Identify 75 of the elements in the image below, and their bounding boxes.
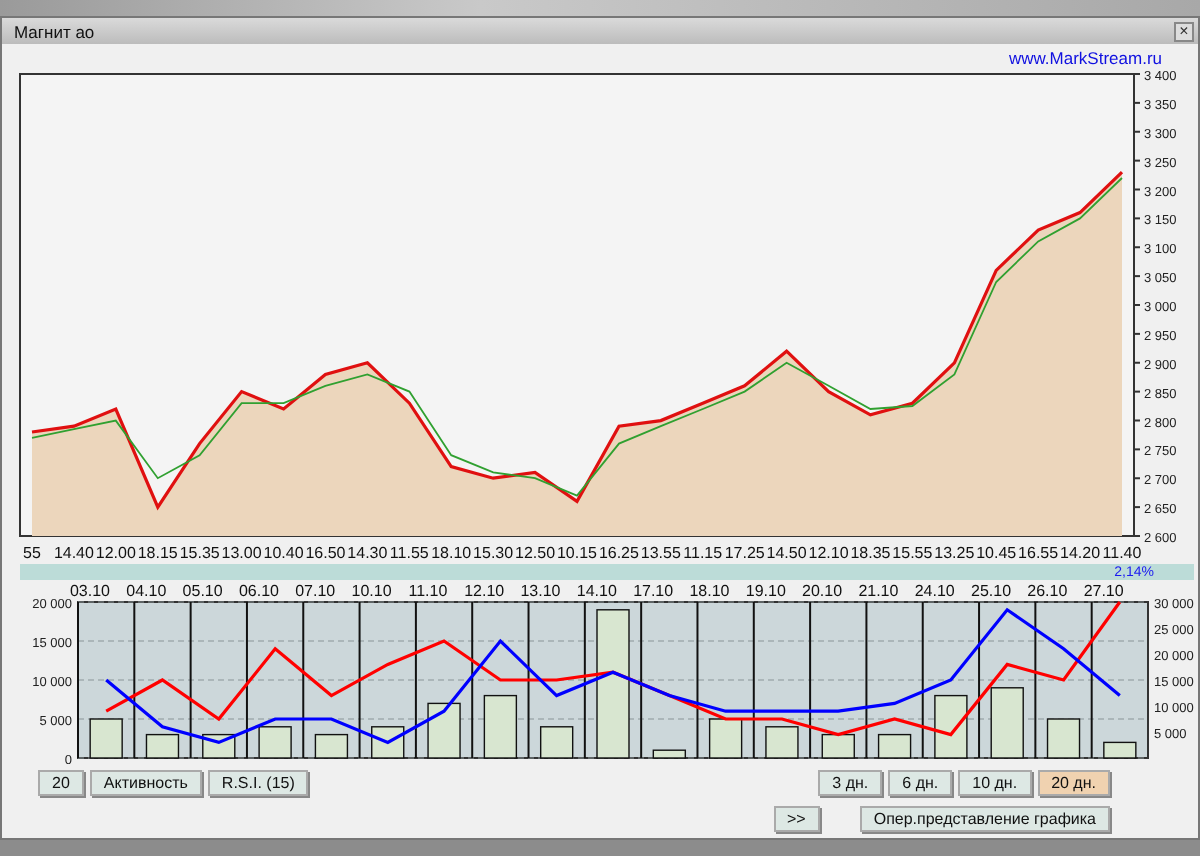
axis-label: 14.20 xyxy=(1060,544,1101,562)
axis-label: 10.10 xyxy=(351,582,392,600)
volume-bar xyxy=(708,718,743,759)
axis-label: 17.25 xyxy=(724,544,765,562)
period-button[interactable]: 6 дн. xyxy=(888,770,953,796)
axis-label: 13.10 xyxy=(520,582,561,600)
axis-label: 13.25 xyxy=(934,544,975,562)
window-title: Магнит ао xyxy=(14,21,95,41)
volume-bar xyxy=(539,726,574,759)
axis-label: 27.10 xyxy=(1083,582,1124,600)
axis-label: 20.10 xyxy=(802,582,843,600)
website-link[interactable]: www.MarkStream.ru xyxy=(1008,48,1162,66)
axis-label: 18.15 xyxy=(137,544,178,562)
view-button[interactable]: Опер.представление графика xyxy=(859,806,1110,832)
axis-label: 03.10 xyxy=(69,582,111,600)
period-button[interactable]: 20 дн. xyxy=(1037,770,1110,796)
axis-label: 16.25 xyxy=(598,544,639,562)
axis-label: 16.50 xyxy=(305,544,346,562)
axis-label: 11.15 xyxy=(683,544,723,562)
close-button[interactable]: × xyxy=(1174,21,1194,41)
axis-label: 12.00 xyxy=(95,544,136,562)
period-button[interactable]: 3 дн. xyxy=(818,770,883,796)
axis-label: 18.35 xyxy=(850,544,891,562)
axis-label: 18.10 xyxy=(431,544,472,562)
axis-label: 15.30 xyxy=(473,544,514,562)
axis-label: 14.40 xyxy=(53,544,94,562)
axis-label: 06.10 xyxy=(238,582,279,600)
period-button[interactable]: 10 дн. xyxy=(958,770,1032,796)
axis-label: 11.40 xyxy=(1102,544,1142,562)
axis-label: 10.15 xyxy=(556,544,598,562)
axis-label: 13.00 xyxy=(221,544,262,562)
axis-label: 25.10 xyxy=(971,582,1012,600)
volume-bar xyxy=(1103,741,1137,759)
volume-bar xyxy=(371,726,405,759)
axis-label: 16.55 xyxy=(1018,544,1059,562)
axis-label: 11.55 xyxy=(389,544,429,562)
axis-label: 24.10 xyxy=(914,582,955,600)
volume-bar xyxy=(314,733,349,759)
axis-label: 10.45 xyxy=(976,544,1017,562)
axis-label: 11.10 xyxy=(408,582,448,600)
axis-label: 13.55 xyxy=(640,544,681,562)
axis-label: 14.50 xyxy=(766,544,807,562)
axis-label: 15.55 xyxy=(892,544,933,562)
axis-label: 14.10 xyxy=(576,582,617,600)
volume-bar xyxy=(990,687,1024,759)
volume-bar xyxy=(1046,718,1081,759)
volume-bar xyxy=(765,726,799,759)
volume-bar xyxy=(877,733,912,759)
axis-label: 26.10 xyxy=(1027,582,1068,600)
axis-label: 10.40 xyxy=(263,544,304,562)
axis-label: 14.30 xyxy=(347,544,388,562)
axis-label: 55 xyxy=(23,544,41,562)
axis-label: 17.10 xyxy=(633,582,674,600)
axis-label: 19.10 xyxy=(745,582,786,600)
axis-label: 12.50 xyxy=(515,544,556,562)
volume-bar xyxy=(89,718,123,759)
tool-button[interactable]: R.S.I. (15) xyxy=(207,770,309,796)
axis-label: 21.10 xyxy=(858,582,899,600)
volume-bar xyxy=(821,733,855,759)
axis-label: 15.35 xyxy=(179,544,220,562)
tool-button[interactable]: Активность xyxy=(89,770,202,796)
volume-bar xyxy=(258,726,292,759)
axis-label: 18.10 xyxy=(689,582,730,600)
volume-bar xyxy=(145,733,180,759)
volume-bar xyxy=(483,694,518,759)
axis-label: 12.10 xyxy=(464,582,505,600)
volume-bar xyxy=(652,749,687,759)
tool-button[interactable]: 20 xyxy=(38,770,84,796)
scroll-button[interactable]: >> xyxy=(773,806,820,832)
axis-label: 12.10 xyxy=(808,544,849,562)
axis-label: 05.10 xyxy=(182,582,223,600)
volume-bar xyxy=(934,694,968,759)
volume-bar xyxy=(427,702,461,759)
axis-label: 07.10 xyxy=(295,582,336,600)
axis-label: 04.10 xyxy=(126,582,167,600)
